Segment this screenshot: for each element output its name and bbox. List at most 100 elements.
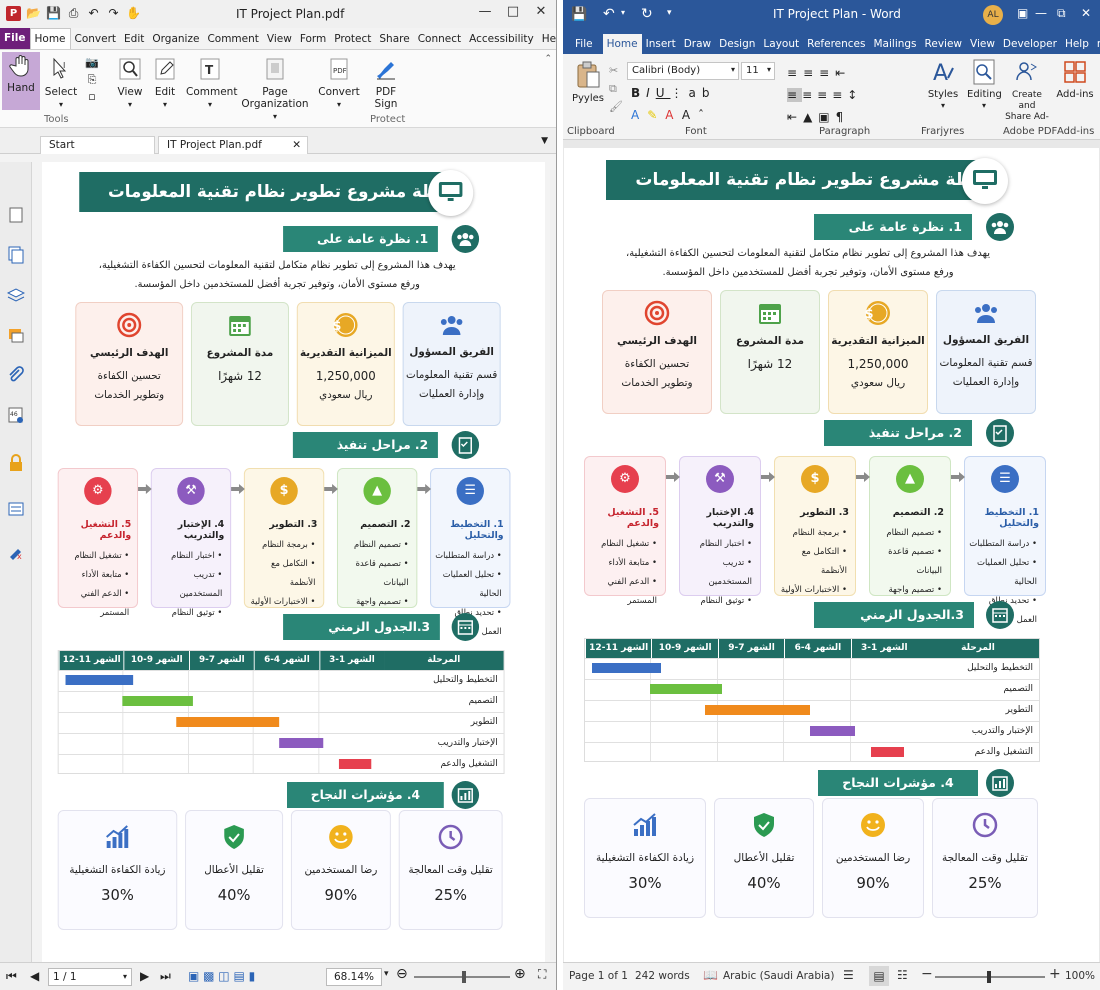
font-size-field[interactable]: 11 ▾ — [741, 62, 775, 80]
word-tab-references[interactable]: References — [803, 34, 869, 54]
print-icon[interactable]: ⎙ — [66, 6, 81, 21]
first-page-icon[interactable]: ⏮ — [6, 969, 17, 984]
zoom-field[interactable]: 68.14% — [326, 968, 382, 986]
styles-button[interactable]: A Styles ▾ — [925, 58, 961, 111]
hand-small-icon[interactable]: ✋ — [126, 6, 141, 21]
italic-icon[interactable]: I — [646, 86, 656, 100]
shading-icon[interactable]: ▲ — [803, 110, 818, 124]
strikethrough-icon[interactable]: ab — [689, 86, 716, 100]
word-tab-review[interactable]: Review — [921, 34, 966, 54]
word-tab-developer[interactable]: Developer — [999, 34, 1061, 54]
undo-icon[interactable]: ↶ — [86, 6, 101, 21]
restore-icon[interactable]: □ — [504, 4, 522, 19]
font-name-field[interactable]: Calibri (Body) ▾ — [627, 62, 739, 80]
pdf-tab-help[interactable]: Help — [538, 29, 556, 49]
paste-button[interactable]: Pyyles — [569, 60, 607, 104]
convert-button[interactable]: PDF Convert ▾ — [318, 56, 360, 110]
bullets-icon[interactable]: ≡ — [787, 66, 803, 80]
comment-button[interactable]: T Comment ▾ — [186, 56, 237, 110]
redo-icon[interactable]: ↷ — [106, 6, 121, 21]
zoom-slider-thumb[interactable] — [462, 971, 466, 983]
page-organization-button[interactable]: Page Organization ▾ — [240, 56, 310, 122]
previous-page-icon[interactable]: ◀ — [30, 969, 39, 983]
font-color-buttons[interactable]: A✎AAˆ — [631, 108, 712, 122]
pdf-tab-edit[interactable]: Edit — [120, 29, 148, 49]
pdf-tab-form[interactable]: Form — [296, 29, 330, 49]
file-tab[interactable]: IT Project Plan.pdf ✕ — [158, 136, 308, 154]
word-restore-icon[interactable]: ⧉ — [1057, 6, 1066, 21]
bold-icon[interactable]: B — [631, 86, 646, 100]
pdf-sign-button[interactable]: PDF Sign — [368, 56, 404, 110]
word-tab-layout[interactable]: Layout — [759, 34, 803, 54]
proofing-icon[interactable]: 📖 — [703, 968, 718, 982]
numbering-icon[interactable]: ≡ — [803, 66, 819, 80]
pdf-tab-view[interactable]: View — [263, 29, 296, 49]
word-close-icon[interactable]: ✕ — [1081, 6, 1091, 20]
borders-icon[interactable]: ▣ — [818, 110, 835, 124]
pdf-tab-accessibility[interactable]: Accessibility — [465, 29, 538, 49]
pdf-tab-protect[interactable]: Protect — [330, 29, 375, 49]
select-tool-button[interactable]: I Select ▾ — [44, 56, 78, 110]
pdf-tab-organize[interactable]: Organize — [148, 29, 203, 49]
attachment-icon[interactable] — [7, 366, 25, 384]
pdf-tab-share[interactable]: Share — [375, 29, 413, 49]
line-spacing-icon[interactable]: ↕ — [847, 88, 862, 102]
justify-icon[interactable]: ≡ — [832, 88, 847, 102]
word-tab-mailings[interactable]: Mailings — [869, 34, 920, 54]
align-left-icon[interactable]: ≡ — [787, 88, 803, 102]
minimize-icon[interactable]: — — [476, 4, 494, 19]
zoom-in-icon[interactable]: ⊕ — [514, 966, 526, 982]
pdf-tab-home[interactable]: Home — [29, 28, 71, 49]
ribbon-collapse-icon[interactable]: ⌃ — [544, 54, 552, 64]
undo-dropdown-icon[interactable]: ▾ — [621, 8, 625, 17]
comments-panel-icon[interactable] — [7, 326, 25, 344]
close-tab-icon[interactable]: ✕ — [292, 139, 301, 151]
edit-button[interactable]: Edit ▾ — [150, 56, 180, 110]
align-right-icon[interactable]: ≡ — [817, 88, 832, 102]
user-avatar[interactable]: AL — [983, 5, 1003, 25]
focus-mode-icon[interactable]: ☰ — [843, 968, 854, 982]
pdf-tab-file[interactable]: File — [0, 27, 30, 49]
word-count-status[interactable]: 242 words — [635, 970, 690, 982]
rtl-icon[interactable]: ⇤ — [787, 110, 803, 124]
decrease-indent-icon[interactable]: ⇤ — [835, 66, 851, 80]
open-icon[interactable]: 📂 — [26, 6, 41, 21]
word-tab-help[interactable]: Help — [1061, 34, 1093, 54]
snapshot-tools[interactable]: 📷 ⎘ ▫ — [82, 54, 102, 105]
pdf-tab-connect[interactable]: Connect — [414, 29, 465, 49]
font-color-icon[interactable]: A — [665, 108, 682, 122]
next-page-icon[interactable]: ▶ — [140, 969, 149, 983]
view-mode-icons[interactable]: ▣ ▩ ◫ ▤ ▮ — [188, 969, 255, 983]
pdf-tab-convert[interactable]: Convert — [71, 29, 121, 49]
print-layout-icon[interactable]: ▤ — [869, 966, 889, 986]
font-format-buttons[interactable]: BIU⋮ab — [631, 86, 715, 100]
pages-icon[interactable] — [7, 206, 25, 224]
redact-tool-icon[interactable]: x — [7, 542, 25, 560]
pdf-scrollbar[interactable] — [550, 170, 556, 960]
customize-qat-icon[interactable]: ▾ — [667, 8, 672, 18]
save-icon[interactable]: 💾 — [46, 6, 61, 21]
clipboard-small-icons[interactable]: ✂ ⧉ 🖌 — [609, 62, 623, 116]
word-tab-insert[interactable]: Insert — [642, 34, 680, 54]
word-zoom-level[interactable]: 100% — [1065, 970, 1095, 982]
web-layout-icon[interactable]: ☷ — [897, 968, 908, 982]
word-zoom-thumb[interactable] — [987, 971, 991, 983]
close-icon[interactable]: ✕ — [532, 4, 550, 19]
form-fields-icon[interactable] — [7, 500, 25, 518]
view-button[interactable]: View ▾ — [114, 56, 146, 110]
signature-panel-icon[interactable]: 46 — [7, 406, 25, 424]
zoom-dropdown-icon[interactable]: ▾ — [384, 969, 389, 979]
editing-button[interactable]: Editing ▾ — [967, 58, 1002, 111]
underline-icon[interactable]: U — [656, 86, 671, 100]
fullscreen-icon[interactable]: ⛶ — [538, 967, 546, 982]
paragraph-align-buttons[interactable]: ≡≡≡≡↕ — [787, 88, 862, 102]
addins-button[interactable]: Add-ins — [1055, 58, 1095, 100]
word-zoom-in-icon[interactable]: + — [1049, 966, 1061, 982]
word-tab-design[interactable]: Design — [715, 34, 759, 54]
word-redo-icon[interactable]: ↻ — [641, 6, 653, 22]
language-status[interactable]: Arabic (Saudi Arabia) — [723, 970, 834, 982]
text-effects-icon[interactable]: A — [631, 108, 647, 122]
multilevel-icon[interactable]: ≡ — [819, 66, 835, 80]
word-tab-home[interactable]: Home — [602, 34, 642, 54]
start-tab[interactable]: Start — [40, 136, 155, 154]
